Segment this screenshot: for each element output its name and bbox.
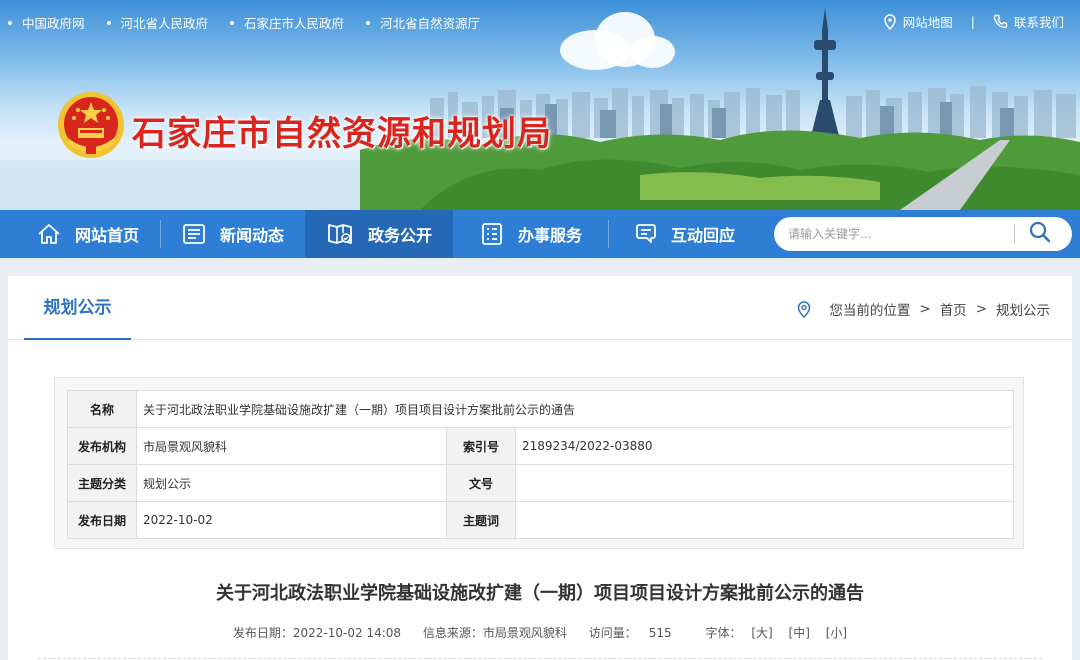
content-divider bbox=[38, 658, 1042, 659]
service-icon bbox=[480, 222, 504, 246]
breadcrumb-separator: > bbox=[919, 301, 931, 317]
name-value: 关于河北政法职业学院基础设施改扩建（一期）项目项目设计方案批前公示的通告 bbox=[135, 390, 1015, 428]
publish-date-meta: 2022-10-02 14:08 bbox=[292, 626, 402, 640]
publish-date-label: 发布日期 bbox=[67, 501, 137, 539]
article-title: 关于河北政法职业学院基础设施改扩建（一期）项目项目设计方案批前公示的通告 bbox=[216, 583, 864, 604]
top-right-links: 网站地图 | 联系我们 bbox=[883, 12, 1064, 31]
top-bar: 中国政府网 河北省人民政府 石家庄市人民政府 河北省自然资源厅 网站地图 | 联… bbox=[0, 0, 1080, 40]
contact-label: 联系我们 bbox=[1013, 15, 1064, 30]
nav-label: 网站首页 bbox=[74, 226, 139, 245]
home-icon bbox=[37, 223, 61, 245]
keywords-value bbox=[514, 501, 1015, 539]
views-meta-label: 访问量： bbox=[588, 626, 637, 640]
top-link-label: 河北省人民政府 bbox=[120, 16, 209, 31]
sitemap-link[interactable]: 网站地图 bbox=[883, 12, 953, 31]
table-row: 发布日期 2022-10-02 主题词 bbox=[67, 501, 1015, 539]
section-title: 规划公示 bbox=[24, 276, 131, 340]
top-link-label: 中国政府网 bbox=[22, 16, 85, 31]
breadcrumb-current-link[interactable]: 规划公示 bbox=[996, 299, 1050, 319]
nav-item-services[interactable]: 办事服务 bbox=[456, 210, 606, 258]
nav-item-government-affairs[interactable]: 政务公开 bbox=[305, 210, 453, 258]
topic-category-value: 规划公示 bbox=[136, 464, 447, 502]
breadcrumb-home-link[interactable]: 首页 bbox=[940, 299, 967, 319]
interaction-icon bbox=[633, 223, 657, 245]
search-box bbox=[774, 217, 1072, 251]
table-row: 名称 关于河北政法职业学院基础设施改扩建（一期）项目项目设计方案批前公示的通告 bbox=[67, 390, 1015, 428]
search-icon bbox=[1029, 221, 1051, 247]
top-link-hebei-resources[interactable]: 河北省自然资源厅 bbox=[366, 13, 480, 32]
bullet-icon bbox=[106, 20, 111, 25]
top-link-label: 石家庄市人民政府 bbox=[244, 16, 345, 31]
index-number-label: 索引号 bbox=[446, 427, 516, 465]
top-link-sjz-gov[interactable]: 石家庄市人民政府 bbox=[230, 13, 344, 32]
nav-label: 新闻动态 bbox=[219, 226, 284, 245]
table-row: 主题分类 规划公示 文号 bbox=[67, 464, 1015, 502]
document-number-value bbox=[514, 464, 1015, 502]
font-size-label: 字体： bbox=[705, 626, 742, 640]
top-right-separator: | bbox=[970, 14, 975, 29]
views-count: 515 bbox=[648, 626, 672, 640]
breadcrumb-prefix: 您当前的位置 bbox=[829, 303, 911, 319]
nav-divider bbox=[160, 220, 161, 248]
document-info-table: 名称 关于河北政法职业学院基础设施改扩建（一期）项目项目设计方案批前公示的通告 … bbox=[67, 390, 1015, 539]
keywords-label: 主题词 bbox=[446, 501, 516, 539]
publish-date-meta-label: 发布日期： bbox=[232, 626, 293, 640]
font-size-medium-button[interactable]: [中] bbox=[789, 626, 810, 640]
article-meta: 发布日期：2022-10-02 14:08 信息来源：市局景观风貌科 访问量： 5… bbox=[8, 624, 1072, 641]
site-title: 石家庄市自然资源和规划局 bbox=[132, 114, 552, 154]
document-number-label: 文号 bbox=[446, 464, 516, 502]
name-label: 名称 bbox=[67, 390, 137, 428]
search-input[interactable] bbox=[788, 225, 1018, 243]
publisher-value: 市局景观风貌科 bbox=[136, 427, 447, 465]
location-pin-icon bbox=[797, 300, 811, 318]
breadcrumb: 您当前的位置 > 首页 > 规划公示 bbox=[797, 299, 1050, 319]
nav-label: 互动回应 bbox=[670, 226, 735, 245]
font-size-small-button[interactable]: [小] bbox=[826, 626, 847, 640]
nav-item-interaction[interactable]: 互动回应 bbox=[610, 210, 758, 258]
table-row: 发布机构 市局景观风貌科 索引号 2189234/2022-03880 bbox=[67, 427, 1015, 465]
content-panel: 规划公示 您当前的位置 > 首页 > 规划公示 名称 关于河北政法职业学院基础设… bbox=[8, 276, 1072, 660]
top-link-hebei-gov[interactable]: 河北省人民政府 bbox=[106, 13, 209, 32]
bullet-icon bbox=[366, 20, 371, 25]
top-link-gov[interactable]: 中国政府网 bbox=[8, 13, 85, 32]
publisher-label: 发布机构 bbox=[67, 427, 137, 465]
document-info-box: 名称 关于河北政法职业学院基础设施改扩建（一期）项目项目设计方案批前公示的通告 … bbox=[54, 377, 1024, 549]
font-size-large-button[interactable]: [大] bbox=[751, 626, 772, 640]
phone-icon bbox=[993, 14, 1008, 29]
government-affairs-icon bbox=[326, 222, 354, 246]
top-link-label: 河北省自然资源厅 bbox=[380, 16, 481, 31]
nav-divider bbox=[608, 220, 609, 248]
nav-item-home[interactable]: 网站首页 bbox=[18, 210, 158, 258]
sitemap-label: 网站地图 bbox=[902, 15, 953, 30]
source-meta: 市局景观风貌科 bbox=[482, 626, 567, 640]
publish-date-value: 2022-10-02 bbox=[136, 501, 447, 539]
index-number-value: 2189234/2022-03880 bbox=[514, 427, 1015, 465]
section-header: 规划公示 您当前的位置 > 首页 > 规划公示 bbox=[8, 276, 1072, 340]
topic-category-label: 主题分类 bbox=[67, 464, 137, 502]
nav-label: 政务公开 bbox=[367, 226, 432, 245]
location-pin-icon bbox=[883, 13, 897, 30]
national-emblem-logo bbox=[58, 92, 124, 158]
news-icon bbox=[182, 223, 206, 245]
search-divider bbox=[1014, 224, 1015, 244]
bullet-icon bbox=[8, 20, 12, 25]
header-banner: 中国政府网 河北省人民政府 石家庄市人民政府 河北省自然资源厅 网站地图 | 联… bbox=[0, 0, 1080, 210]
nav-item-news[interactable]: 新闻动态 bbox=[162, 210, 304, 258]
search-button[interactable] bbox=[1026, 221, 1054, 247]
top-links: 中国政府网 河北省人民政府 石家庄市人民政府 河北省自然资源厅 bbox=[8, 13, 502, 32]
nav-label: 办事服务 bbox=[517, 226, 582, 245]
breadcrumb-separator: > bbox=[975, 301, 987, 317]
source-meta-label: 信息来源： bbox=[422, 626, 483, 640]
bullet-icon bbox=[230, 20, 235, 25]
contact-link[interactable]: 联系我们 bbox=[993, 12, 1064, 31]
